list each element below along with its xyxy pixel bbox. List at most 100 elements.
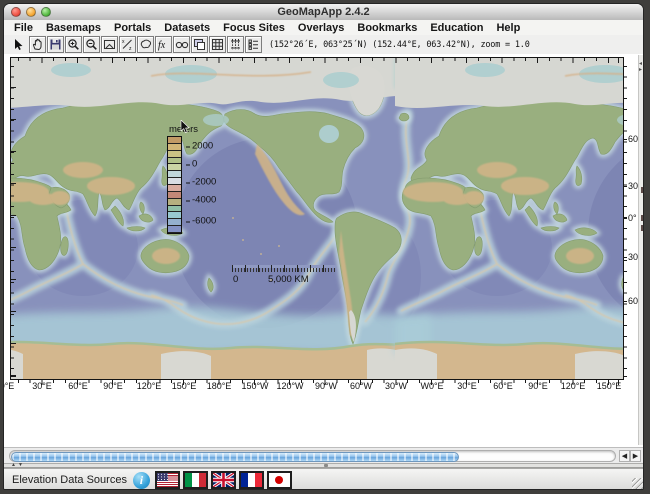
lon-label: 120°E	[561, 381, 586, 391]
zoom-window-tool[interactable]	[101, 36, 118, 53]
info-icon[interactable]: i	[133, 472, 150, 489]
title-bar[interactable]: GeoMapApp 2.4.2	[4, 4, 643, 21]
close-button[interactable]	[11, 7, 21, 17]
zoom-button[interactable]	[41, 7, 51, 17]
pan-tool[interactable]	[29, 36, 46, 53]
window-title: GeoMapApp 2.4.2	[4, 4, 643, 20]
app-window: GeoMapApp 2.4.2 File Basemaps Portals Da…	[3, 3, 644, 490]
profile-icon: xz	[121, 38, 134, 51]
legend-segment	[168, 137, 181, 144]
scrollbar-thumb[interactable]	[11, 452, 459, 462]
zoom-in-icon	[67, 38, 80, 51]
legend-tick-label: -2000	[192, 177, 216, 188]
uk-flag[interactable]	[211, 471, 236, 489]
menu-datasets[interactable]: Datasets	[164, 22, 210, 34]
legend-segment	[168, 226, 181, 233]
legend-segment	[168, 164, 181, 171]
lon-label: 60°W	[350, 381, 372, 391]
lon-label: 60°E	[68, 381, 88, 391]
grid-tool[interactable]	[209, 36, 226, 53]
minimize-button[interactable]	[26, 7, 36, 17]
menu-bookmarks[interactable]: Bookmarks	[357, 22, 417, 34]
overlay-windows-icon	[193, 38, 206, 51]
menu-bar: File Basemaps Portals Datasets Focus Sit…	[4, 20, 643, 36]
menu-file[interactable]: File	[14, 22, 33, 34]
lon-label: 120°E	[137, 381, 162, 391]
zoom-out-tool[interactable]	[83, 36, 100, 53]
legend-segment	[168, 206, 181, 213]
layer-list-icon	[247, 38, 260, 51]
zoom-rectangle-icon	[103, 38, 116, 51]
scroll-right-button[interactable]: ▶	[630, 450, 641, 462]
world-map[interactable]	[10, 57, 624, 380]
lon-label: 150°E	[597, 381, 622, 391]
lon-label: W0°E	[420, 381, 443, 391]
scroll-left-button[interactable]: ◀	[619, 450, 630, 462]
menu-focus-sites[interactable]: Focus Sites	[223, 22, 285, 34]
lon-label: 30°E	[32, 381, 52, 391]
distance-scale: 0 5,000 KM	[232, 265, 342, 285]
lon-label: 90°E	[103, 381, 123, 391]
select-arrow-tool[interactable]	[10, 36, 27, 53]
lon-label: 180°E	[207, 381, 232, 391]
status-bar: Elevation Data Sources i	[4, 468, 644, 490]
map-viewport: 0°E 30°E 60°E 90°E 120°E 150°E 180°E 150…	[4, 54, 644, 447]
legend-segment	[168, 178, 181, 185]
usa-flag[interactable]	[155, 471, 180, 489]
lon-label: 30°E	[457, 381, 477, 391]
legend-segment	[168, 199, 181, 206]
profile-tool[interactable]: xz	[119, 36, 136, 53]
scrollbar-track[interactable]	[9, 450, 616, 462]
elevation-legend[interactable]: meters 2000 0 -2000 -4000 -	[167, 124, 198, 234]
graticule-icon	[229, 38, 242, 51]
legend-tick-label: -4000	[192, 195, 216, 206]
image-overlay-tool[interactable]	[191, 36, 208, 53]
legend-segment	[168, 151, 181, 158]
svg-text:z: z	[129, 46, 132, 51]
distance-scale-zero: 0	[233, 274, 238, 285]
legend-tick-label: 0	[192, 159, 197, 170]
right-panel-strip: ◂▸	[638, 55, 644, 445]
legend-tick-label: 2000	[192, 141, 213, 152]
menu-overlays[interactable]: Overlays	[298, 22, 344, 34]
mask-overlay-tool[interactable]	[173, 36, 190, 53]
svg-text:fx: fx	[158, 40, 166, 51]
layer-manager-tool[interactable]	[245, 36, 262, 53]
legend-segment	[168, 158, 181, 165]
legend-color-bar: 2000 0 -2000 -4000 -6000	[167, 136, 182, 234]
lasso-tool[interactable]	[137, 36, 154, 53]
divider-handle[interactable]	[324, 464, 328, 467]
lon-label: 90°E	[528, 381, 548, 391]
lasso-icon	[139, 38, 152, 51]
lon-label: 30°W	[385, 381, 407, 391]
horizontal-scrollbar[interactable]: ◀ ▶	[4, 447, 644, 463]
function-tool[interactable]: fx	[155, 36, 172, 53]
splitter-arrows-icon[interactable]: ◂▸	[639, 61, 642, 73]
fx-icon: fx	[157, 38, 171, 51]
graticule-tool[interactable]	[227, 36, 244, 53]
arrow-cursor-icon	[12, 38, 25, 51]
menu-help[interactable]: Help	[496, 22, 520, 34]
legend-segment	[168, 171, 181, 178]
cursor-coordinates-readout: (152°26´E, 063°25´N) (152.44°E, 063.42°N…	[269, 40, 530, 50]
elevation-data-sources-label: Elevation Data Sources	[12, 474, 127, 486]
menu-portals[interactable]: Portals	[114, 22, 151, 34]
lon-label: 0°E	[3, 381, 14, 391]
union-jack-icon	[213, 473, 234, 487]
zoom-out-icon	[85, 38, 98, 51]
menu-basemaps[interactable]: Basemaps	[46, 22, 101, 34]
menu-education[interactable]: Education	[430, 22, 483, 34]
legend-segment	[168, 212, 181, 219]
mouse-cursor-icon	[180, 120, 191, 134]
hand-icon	[31, 38, 44, 51]
svg-text:x: x	[122, 39, 125, 45]
lon-label: 150°E	[172, 381, 197, 391]
france-flag[interactable]	[239, 471, 264, 489]
lon-label: 150°W	[241, 381, 268, 391]
italy-flag[interactable]	[183, 471, 208, 489]
lon-label: 60°E	[493, 381, 513, 391]
save-tool[interactable]	[47, 36, 64, 53]
japan-flag[interactable]	[267, 471, 292, 489]
zoom-in-tool[interactable]	[65, 36, 82, 53]
resize-grip[interactable]	[632, 478, 644, 490]
